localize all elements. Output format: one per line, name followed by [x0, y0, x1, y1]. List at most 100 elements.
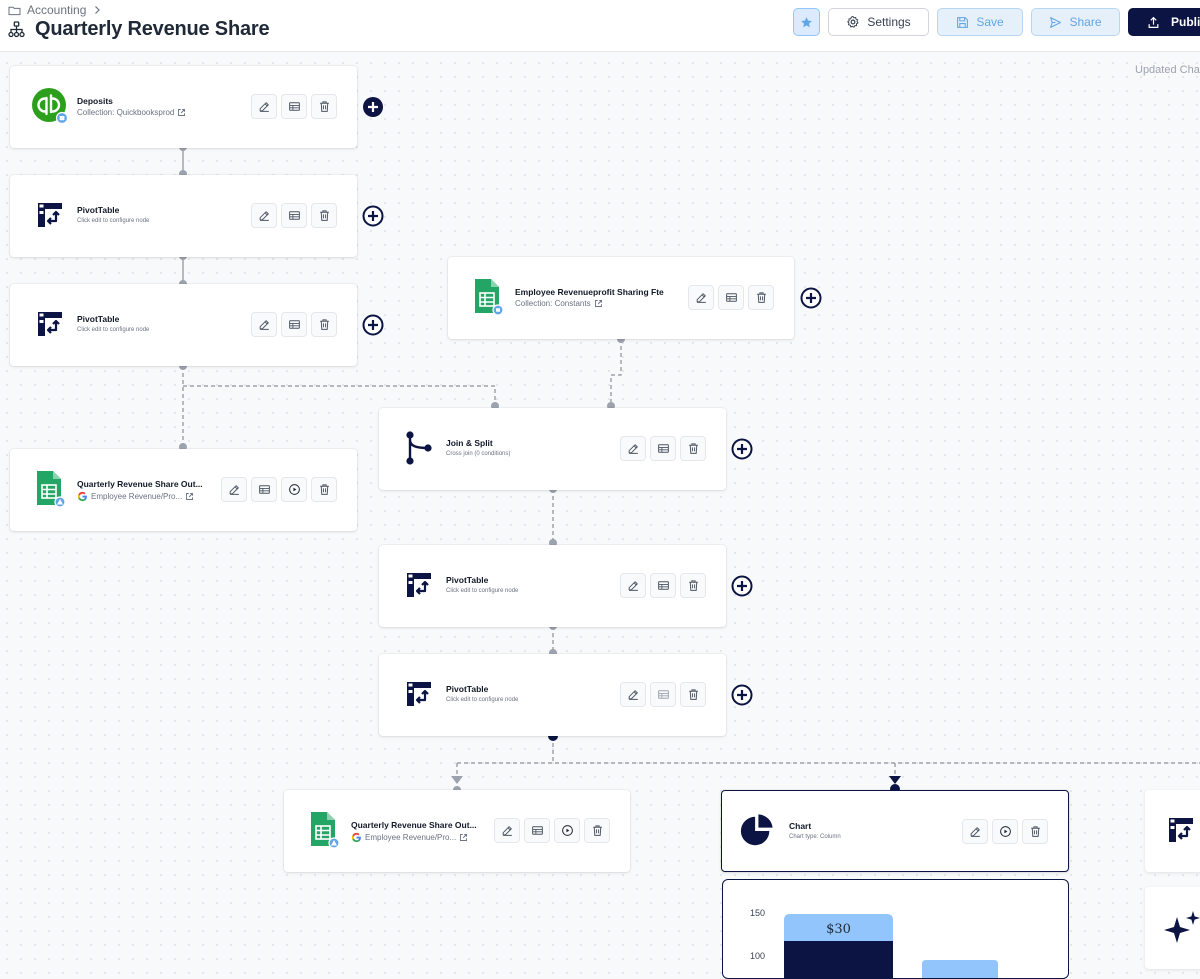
node-pivot-table[interactable]: PivotTable Click edit to configure node — [10, 175, 357, 257]
edit-button[interactable] — [688, 285, 714, 310]
pivot-table-icon — [32, 306, 68, 342]
table-view-button[interactable] — [281, 203, 307, 228]
sparkles-icon — [1163, 909, 1200, 954]
delete-button[interactable] — [680, 682, 706, 707]
delete-button[interactable] — [311, 312, 337, 337]
node-employee-sheet[interactable]: Employee Revenueprofit Sharing Fte Colle… — [448, 257, 794, 339]
google-sheets-icon — [32, 471, 68, 508]
delete-button[interactable] — [311, 203, 337, 228]
run-button[interactable] — [281, 477, 307, 502]
add-node-button[interactable] — [362, 96, 384, 118]
edit-icon — [696, 293, 706, 303]
edit-icon — [259, 102, 269, 112]
external-link-icon[interactable] — [459, 833, 468, 842]
pivot-table-icon — [401, 676, 437, 712]
node-sheet-output[interactable]: Quarterly Revenue Share Out... Employee … — [284, 790, 630, 872]
play-circle-icon — [288, 484, 300, 495]
table-view-button[interactable] — [281, 94, 307, 119]
node-subtitle: Click edit to configure node — [77, 218, 150, 224]
edit-button[interactable] — [962, 819, 988, 844]
edit-icon — [628, 690, 638, 700]
collection-label: Collection: Quickbooksprod — [77, 108, 175, 117]
delete-button[interactable] — [680, 436, 706, 461]
sheet-path-label: Employee Revenue/Pro... — [91, 492, 183, 501]
delete-button[interactable] — [311, 94, 337, 119]
pivot-table-icon — [401, 567, 437, 603]
bar-data-label: $30 — [826, 922, 851, 937]
trash-icon — [756, 292, 766, 303]
external-link-icon[interactable] — [177, 108, 186, 117]
table-view-button[interactable] — [650, 682, 676, 707]
delete-button[interactable] — [1022, 819, 1048, 844]
node-ai-partial[interactable] — [1145, 887, 1200, 969]
edit-button[interactable] — [251, 203, 277, 228]
edit-icon — [628, 581, 638, 591]
node-pivot-table[interactable]: PivotTable Click edit to configure node — [10, 284, 357, 366]
table-view-button[interactable] — [251, 477, 277, 502]
edit-button[interactable] — [620, 436, 646, 461]
trash-icon — [1030, 826, 1040, 837]
add-node-button[interactable] — [362, 314, 384, 336]
add-node-button[interactable] — [362, 205, 384, 227]
play-circle-icon — [561, 825, 573, 836]
edit-button[interactable] — [251, 94, 277, 119]
edit-button[interactable] — [251, 312, 277, 337]
node-title: Join & Split — [446, 438, 493, 448]
edit-icon — [502, 826, 512, 836]
table-view-button[interactable] — [718, 285, 744, 310]
node-pivot-table[interactable]: PivotTable Click edit to configure node — [379, 654, 726, 736]
node-title: Quarterly Revenue Share Out... — [77, 479, 203, 489]
edit-button[interactable] — [221, 477, 247, 502]
run-button[interactable] — [554, 818, 580, 843]
bar-segment-top — [922, 960, 998, 978]
node-pivot-table-partial[interactable] — [1145, 790, 1200, 872]
table-view-button[interactable] — [524, 818, 550, 843]
node-title: PivotTable — [77, 314, 120, 324]
add-node-button[interactable] — [731, 575, 753, 597]
node-sheet-output[interactable]: Quarterly Revenue Share Out... Employee … — [10, 449, 357, 531]
external-link-icon[interactable] — [594, 299, 603, 308]
trash-icon — [592, 825, 602, 836]
table-view-button[interactable] — [650, 573, 676, 598]
node-subtitle: Click edit to configure node — [446, 697, 519, 703]
node-title: PivotTable — [77, 205, 120, 215]
external-link-icon[interactable] — [185, 492, 194, 501]
node-title: Deposits — [77, 96, 113, 106]
trash-icon — [319, 210, 329, 221]
node-subtitle: Click edit to configure node — [77, 327, 150, 333]
delete-button[interactable] — [680, 573, 706, 598]
node-title: Chart — [789, 821, 812, 831]
delete-button[interactable] — [584, 818, 610, 843]
edit-button[interactable] — [620, 682, 646, 707]
table-icon — [288, 211, 300, 220]
table-view-button[interactable] — [650, 436, 676, 461]
table-icon — [288, 102, 300, 111]
add-node-button[interactable] — [731, 438, 753, 460]
table-icon — [725, 293, 737, 302]
edit-button[interactable] — [620, 573, 646, 598]
pie-chart-icon — [739, 813, 775, 849]
node-subtitle: Click edit to configure node — [446, 588, 519, 594]
table-icon — [288, 320, 300, 329]
y-tick-label: 150 — [750, 908, 765, 918]
add-node-button[interactable] — [800, 287, 822, 309]
node-chart[interactable]: Chart Chart type: Column — [721, 790, 1069, 872]
google-icon — [77, 491, 87, 502]
node-subtitle: Chart type: Column — [789, 834, 841, 840]
node-join-split[interactable]: Join & Split Cross join (0 conditions) — [379, 408, 726, 490]
run-button[interactable] — [992, 819, 1018, 844]
edit-button[interactable] — [494, 818, 520, 843]
delete-button[interactable] — [748, 285, 774, 310]
bar-segment-bottom — [784, 941, 893, 978]
pivot-table-icon — [1167, 816, 1195, 849]
table-icon — [657, 581, 669, 590]
delete-button[interactable] — [311, 477, 337, 502]
node-pivot-table[interactable]: PivotTable Click edit to configure node — [379, 545, 726, 627]
node-deposits[interactable]: Deposits Collection: Quickbooksprod — [10, 66, 357, 148]
table-view-button[interactable] — [281, 312, 307, 337]
chart-preview: 150 100 $30 — [722, 879, 1069, 979]
node-subtitle: Collection: Quickbooksprod — [77, 108, 186, 117]
node-title: Employee Revenueprofit Sharing Fte — [515, 287, 664, 297]
add-node-button[interactable] — [731, 684, 753, 706]
edit-icon — [229, 485, 239, 495]
